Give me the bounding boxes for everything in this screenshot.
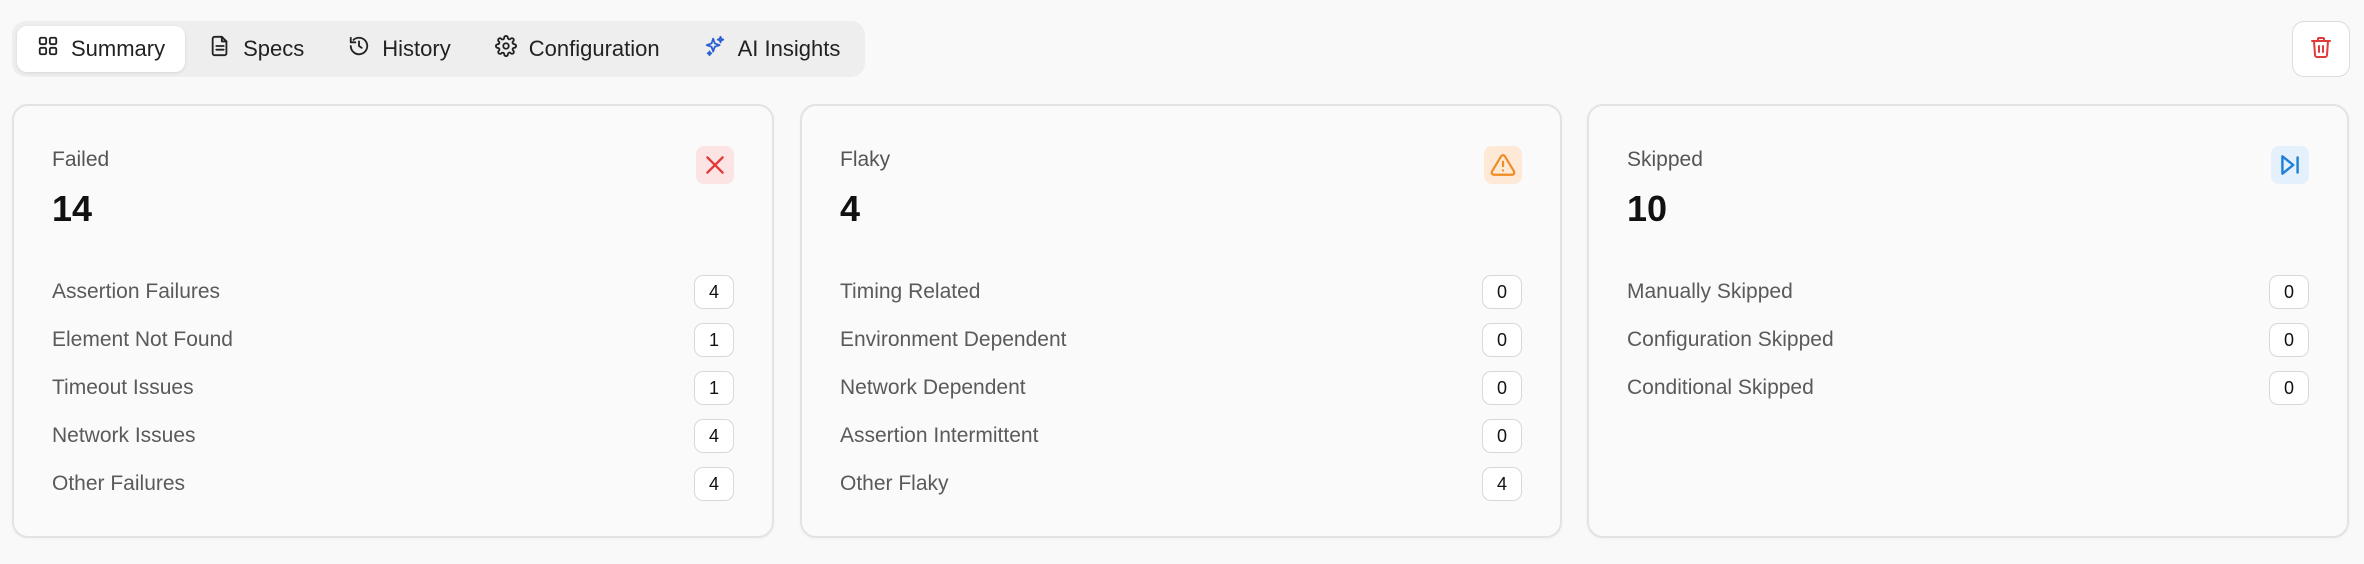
item-label: Other Flaky bbox=[840, 472, 949, 495]
item-label: Element Not Found bbox=[52, 328, 233, 351]
list-item: Network Issues 4 bbox=[52, 412, 734, 460]
tab-label: Configuration bbox=[528, 36, 660, 61]
sparkles-icon bbox=[704, 35, 726, 63]
item-label: Assertion Failures bbox=[52, 280, 221, 303]
count-badge: 0 bbox=[1482, 275, 1522, 309]
count-badge: 0 bbox=[1482, 419, 1522, 453]
item-label: Configuration Skipped bbox=[1627, 328, 1834, 351]
item-label: Network Dependent bbox=[840, 376, 1026, 399]
card-title: Skipped bbox=[1627, 148, 1703, 171]
item-label: Assertion Intermittent bbox=[840, 424, 1039, 447]
count-badge: 4 bbox=[1482, 467, 1522, 501]
breakdown-list: Manually Skipped 0 Configuration Skipped… bbox=[1627, 268, 2309, 412]
tab-configuration[interactable]: Configuration bbox=[475, 26, 680, 72]
flaky-card: Flaky 4 Timing Related 0 Environment Dep… bbox=[800, 104, 1562, 538]
tab-label: History bbox=[382, 36, 451, 61]
failed-card: Failed 14 Assertion Failures 4 Element N… bbox=[12, 104, 774, 538]
count-badge: 4 bbox=[694, 275, 734, 309]
item-label: Network Issues bbox=[52, 424, 196, 447]
breakdown-list: Assertion Failures 4 Element Not Found 1… bbox=[52, 268, 734, 508]
tab-history[interactable]: History bbox=[328, 26, 470, 72]
tab-label: Specs bbox=[243, 36, 305, 61]
tab-label: Summary bbox=[71, 36, 166, 61]
list-item: Assertion Intermittent 0 bbox=[840, 412, 1522, 460]
list-item: Timeout Issues 1 bbox=[52, 364, 734, 412]
count-badge: 1 bbox=[694, 323, 734, 357]
count-badge: 0 bbox=[1482, 323, 1522, 357]
list-item: Element Not Found 1 bbox=[52, 316, 734, 364]
count-badge: 0 bbox=[2269, 275, 2309, 309]
list-item: Timing Related 0 bbox=[840, 268, 1522, 316]
gear-icon bbox=[494, 35, 517, 63]
tab-label: AI Insights bbox=[737, 36, 841, 61]
trash-icon bbox=[2309, 35, 2333, 64]
item-label: Timeout Issues bbox=[52, 376, 194, 399]
item-label: Timing Related bbox=[840, 280, 981, 303]
breakdown-list: Timing Related 0 Environment Dependent 0… bbox=[840, 268, 1522, 508]
list-item: Other Flaky 4 bbox=[840, 460, 1522, 508]
grid-icon bbox=[37, 35, 59, 63]
list-item: Assertion Failures 4 bbox=[52, 268, 734, 316]
warning-icon bbox=[1484, 146, 1522, 184]
list-item: Other Failures 4 bbox=[52, 460, 734, 508]
tab-ai-insights[interactable]: AI Insights bbox=[684, 26, 861, 72]
card-title: Failed bbox=[52, 148, 110, 171]
count-badge: 0 bbox=[2269, 371, 2309, 405]
card-count: 10 bbox=[1627, 188, 1668, 229]
tab-summary[interactable]: Summary bbox=[17, 26, 186, 72]
close-icon bbox=[696, 146, 734, 184]
document-icon bbox=[209, 35, 231, 63]
skip-forward-icon bbox=[2271, 146, 2309, 184]
card-count: 4 bbox=[840, 188, 861, 229]
view-tabs: Summary Specs History Configuration AI I… bbox=[12, 21, 866, 77]
tab-specs[interactable]: Specs bbox=[189, 26, 324, 72]
history-icon bbox=[348, 35, 370, 63]
item-label: Other Failures bbox=[52, 472, 186, 495]
count-badge: 1 bbox=[694, 371, 734, 405]
count-badge: 0 bbox=[2269, 323, 2309, 357]
count-badge: 0 bbox=[1482, 371, 1522, 405]
item-label: Manually Skipped bbox=[1627, 280, 1793, 303]
list-item: Manually Skipped 0 bbox=[1627, 268, 2309, 316]
list-item: Network Dependent 0 bbox=[840, 364, 1522, 412]
skipped-card: Skipped 10 Manually Skipped 0 Configurat… bbox=[1587, 104, 2349, 538]
card-title: Flaky bbox=[840, 148, 891, 171]
count-badge: 4 bbox=[694, 467, 734, 501]
item-label: Environment Dependent bbox=[840, 328, 1067, 351]
list-item: Environment Dependent 0 bbox=[840, 316, 1522, 364]
list-item: Conditional Skipped 0 bbox=[1627, 364, 2309, 412]
card-count: 14 bbox=[52, 188, 93, 229]
count-badge: 4 bbox=[694, 419, 734, 453]
delete-button[interactable] bbox=[2292, 21, 2350, 77]
item-label: Conditional Skipped bbox=[1627, 376, 1814, 399]
list-item: Configuration Skipped 0 bbox=[1627, 316, 2309, 364]
